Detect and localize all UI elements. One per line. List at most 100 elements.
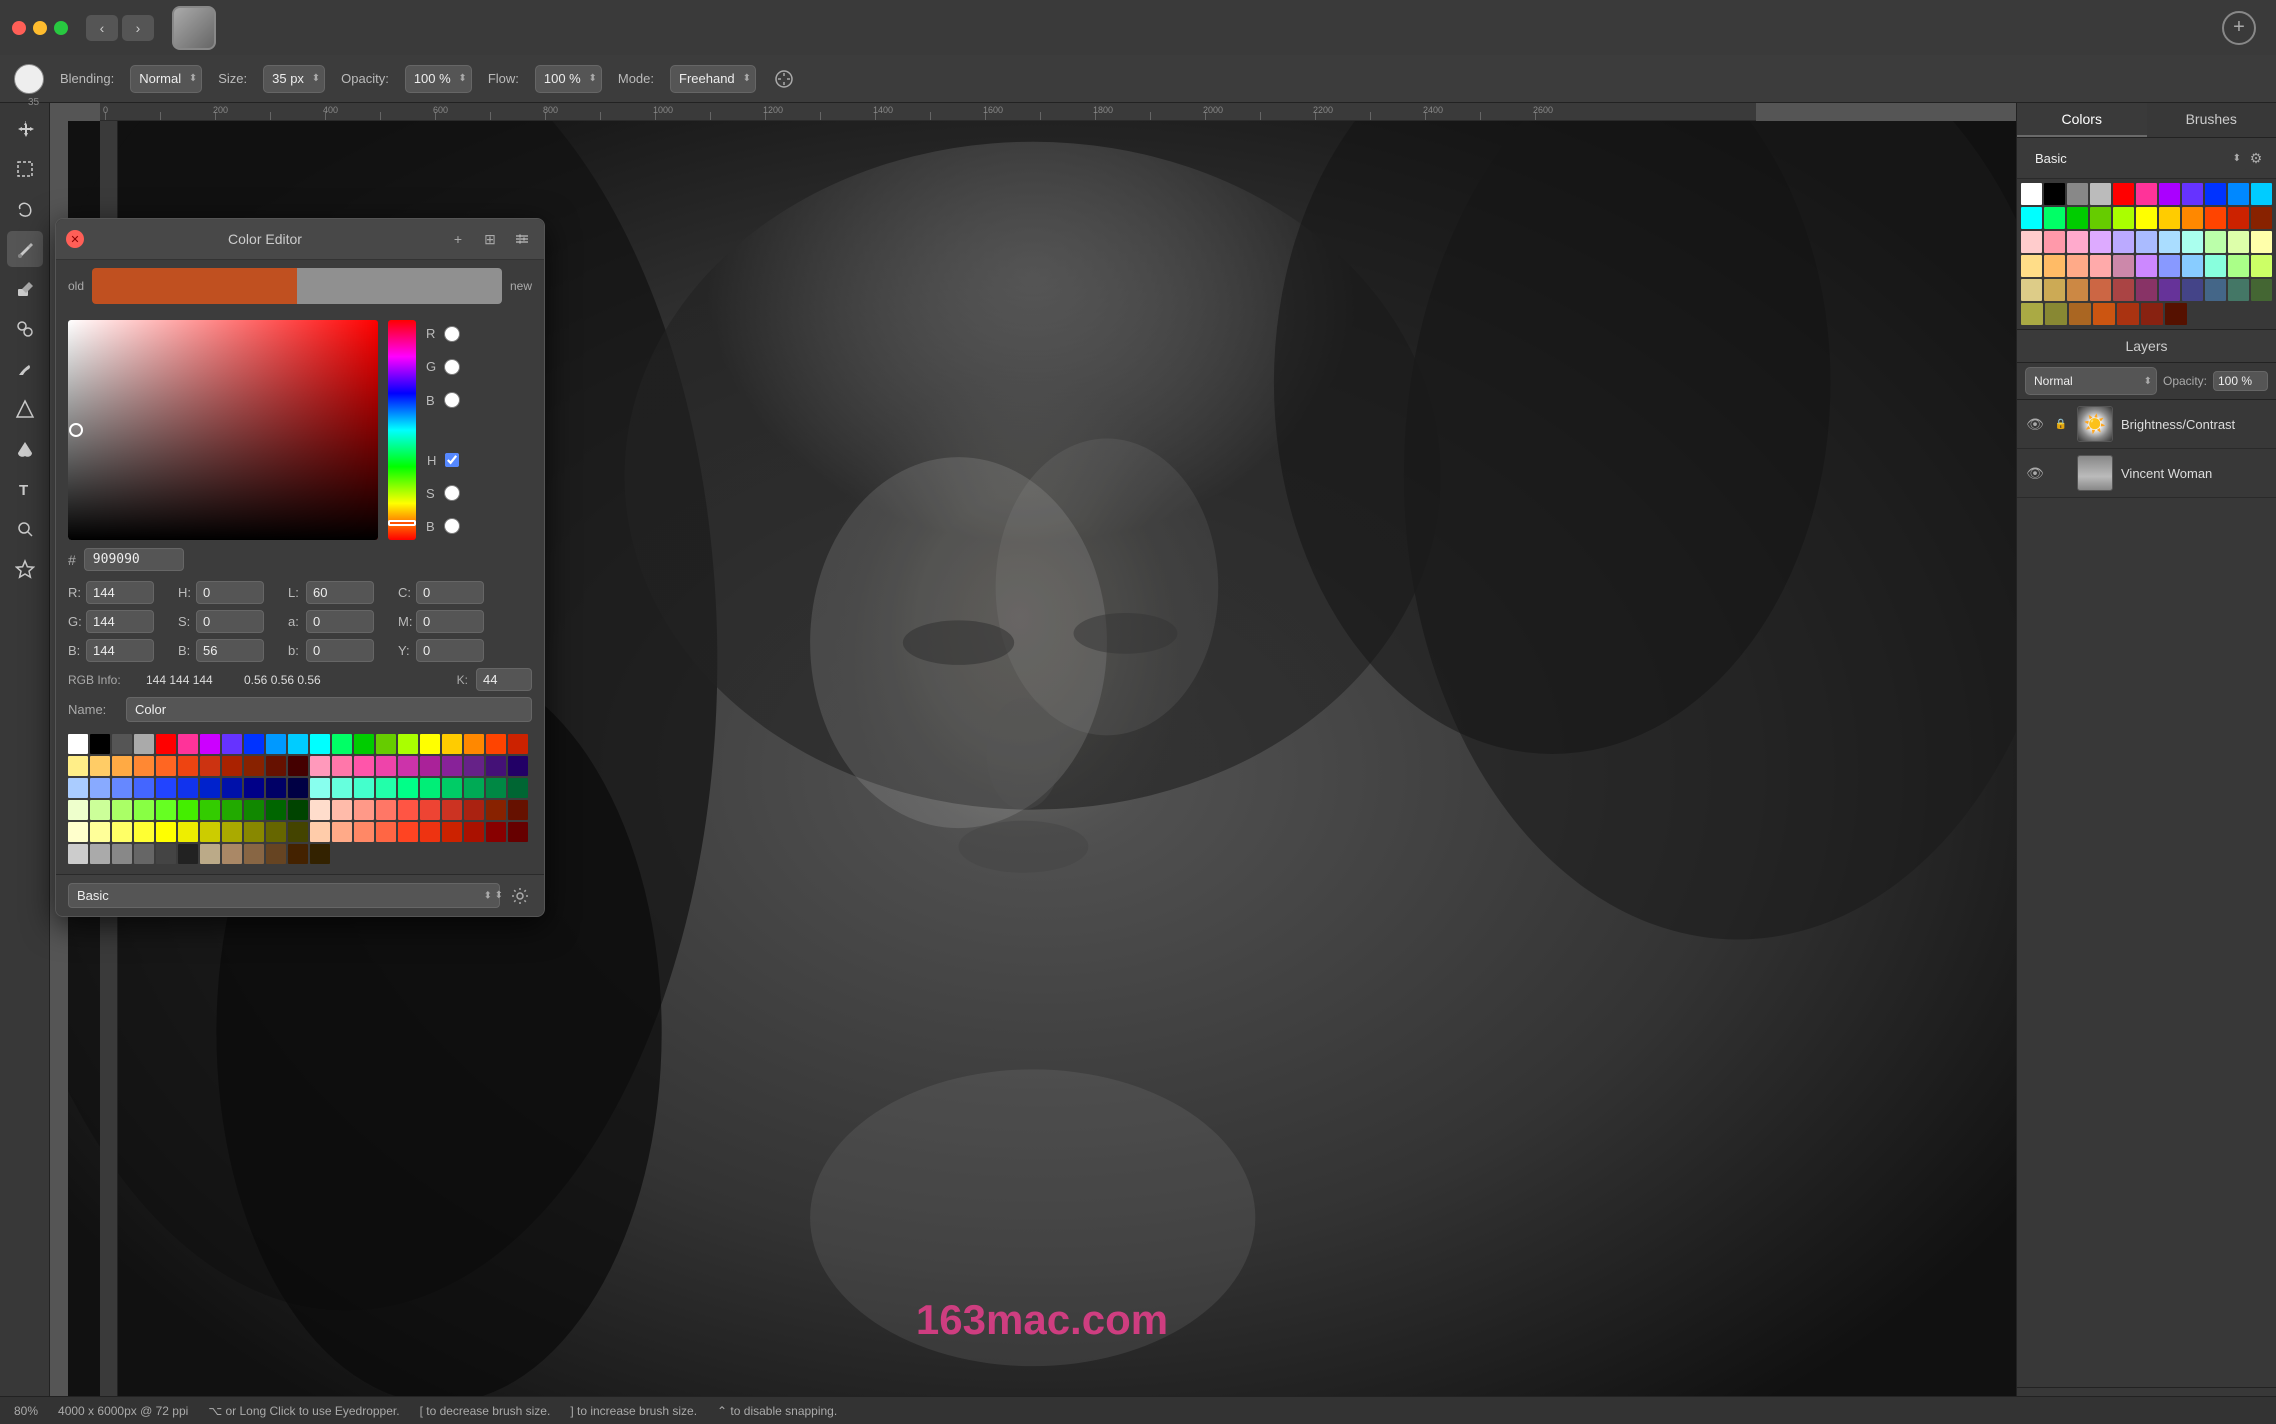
dialog-palette-swatch[interactable] (486, 734, 506, 754)
color-swatch[interactable] (2205, 183, 2226, 205)
dialog-palette-swatch[interactable] (288, 800, 308, 820)
dialog-palette-swatch[interactable] (332, 778, 352, 798)
dialog-palette-swatch[interactable] (508, 734, 528, 754)
color-swatch[interactable] (2251, 231, 2272, 253)
color-swatch[interactable] (2251, 207, 2272, 229)
color-swatch[interactable] (2090, 183, 2111, 205)
eraser-tool[interactable] (7, 271, 43, 307)
a-input[interactable] (306, 610, 374, 633)
color-swatch[interactable] (2159, 231, 2180, 253)
dialog-palette-swatch[interactable] (68, 756, 88, 776)
color-swatch[interactable] (2136, 183, 2157, 205)
b2-input[interactable] (306, 639, 374, 662)
dialog-palette-swatch[interactable] (244, 844, 264, 864)
dialog-palette-swatch[interactable] (332, 734, 352, 754)
m-input[interactable] (416, 610, 484, 633)
dialog-palette-swatch[interactable] (310, 756, 330, 776)
add-color-button[interactable]: + (446, 227, 470, 251)
dialog-palette-swatch[interactable] (486, 800, 506, 820)
dialog-palette-swatch[interactable] (332, 800, 352, 820)
colors-settings-button[interactable]: ⚙ (2246, 148, 2266, 168)
dialog-palette-swatch[interactable] (156, 734, 176, 754)
color-swatch[interactable] (2090, 279, 2111, 301)
color-swatch[interactable] (2067, 207, 2088, 229)
dialog-palette-swatch[interactable] (90, 756, 110, 776)
color-swatch[interactable] (2136, 207, 2157, 229)
dialog-palette-swatch[interactable] (376, 734, 396, 754)
dialog-palette-swatch[interactable] (244, 778, 264, 798)
color-swatch[interactable] (2228, 183, 2249, 205)
layer-visibility-toggle[interactable]: 👁 (2025, 414, 2045, 434)
dialog-palette-swatch[interactable] (266, 822, 286, 842)
dialog-palette-swatch[interactable] (310, 734, 330, 754)
g-channel-option[interactable]: G (426, 359, 460, 375)
color-swatch[interactable] (2044, 183, 2065, 205)
color-swatch[interactable] (2044, 279, 2065, 301)
dialog-palette-swatch[interactable] (354, 800, 374, 820)
dialog-close-button[interactable]: ✕ (66, 230, 84, 248)
stabilizer-button[interactable] (772, 67, 796, 91)
sharpen-tool[interactable] (7, 391, 43, 427)
text-tool[interactable]: T (7, 471, 43, 507)
dialog-settings-button[interactable] (508, 884, 532, 908)
dialog-palette-swatch[interactable] (266, 734, 286, 754)
color-swatch[interactable] (2113, 255, 2134, 277)
grid-view-button[interactable]: ⊞ (478, 227, 502, 251)
color-swatch[interactable] (2251, 183, 2272, 205)
dialog-palette-swatch[interactable] (464, 778, 484, 798)
dialog-palette-swatch[interactable] (200, 778, 220, 798)
dialog-palette-swatch[interactable] (90, 734, 110, 754)
dialog-palette-swatch[interactable] (376, 756, 396, 776)
h-channel-checkbox[interactable] (445, 453, 459, 467)
dialog-palette-swatch[interactable] (266, 778, 286, 798)
dialog-palette-swatch[interactable] (134, 734, 154, 754)
dialog-palette-swatch[interactable] (222, 778, 242, 798)
dialog-palette-swatch[interactable] (398, 756, 418, 776)
dialog-palette-swatch[interactable] (464, 756, 484, 776)
color-swatch[interactable] (2205, 207, 2226, 229)
dialog-palette-swatch[interactable] (442, 756, 462, 776)
dialog-palette-swatch[interactable] (310, 778, 330, 798)
fullscreen-button[interactable] (54, 21, 68, 35)
dialog-palette-swatch[interactable] (222, 800, 242, 820)
dialog-palette-swatch[interactable] (156, 800, 176, 820)
color-swatch[interactable] (2205, 279, 2226, 301)
color-swatch[interactable] (2117, 303, 2139, 325)
dialog-palette-swatch[interactable] (112, 822, 132, 842)
dialog-palette-swatch[interactable] (354, 734, 374, 754)
dialog-palette-swatch[interactable] (156, 778, 176, 798)
dialog-palette-swatch[interactable] (442, 822, 462, 842)
dialog-palette-swatch[interactable] (442, 734, 462, 754)
r-channel-option[interactable]: R (426, 326, 460, 342)
color-swatch[interactable] (2021, 279, 2042, 301)
dialog-palette-swatch[interactable] (508, 756, 528, 776)
layer-opacity-input[interactable] (2213, 371, 2268, 391)
dialog-palette-swatch[interactable] (90, 778, 110, 798)
dialog-palette-swatch[interactable] (376, 800, 396, 820)
dialog-palette-swatch[interactable] (112, 756, 132, 776)
dialog-palette-swatch[interactable] (398, 734, 418, 754)
color-swatch[interactable] (2159, 255, 2180, 277)
color-swatch[interactable] (2159, 279, 2180, 301)
dialog-palette-swatch[interactable] (112, 844, 132, 864)
new-color-preview[interactable] (297, 268, 502, 304)
dialog-palette-swatch[interactable] (134, 800, 154, 820)
layer-visibility-toggle[interactable]: 👁 (2025, 463, 2045, 483)
dialog-palette-swatch[interactable] (310, 844, 330, 864)
dialog-palette-swatch[interactable] (464, 822, 484, 842)
clone-tool[interactable] (7, 311, 43, 347)
tab-colors[interactable]: Colors (2017, 103, 2147, 137)
color-swatch[interactable] (2159, 207, 2180, 229)
dialog-palette-swatch[interactable] (200, 756, 220, 776)
dialog-palette-swatch[interactable] (90, 800, 110, 820)
minimize-button[interactable] (33, 21, 47, 35)
color-swatch[interactable] (2021, 183, 2042, 205)
dialog-palette-swatch[interactable] (178, 844, 198, 864)
c-input[interactable] (416, 581, 484, 604)
b2-channel-radio[interactable] (444, 518, 460, 534)
s-channel-radio[interactable] (444, 485, 460, 501)
dialog-palette-swatch[interactable] (332, 822, 352, 842)
opacity-select[interactable]: 100 % (405, 65, 472, 93)
dialog-palette-swatch[interactable] (442, 800, 462, 820)
layer-blending-select[interactable]: Normal (2025, 367, 2157, 395)
